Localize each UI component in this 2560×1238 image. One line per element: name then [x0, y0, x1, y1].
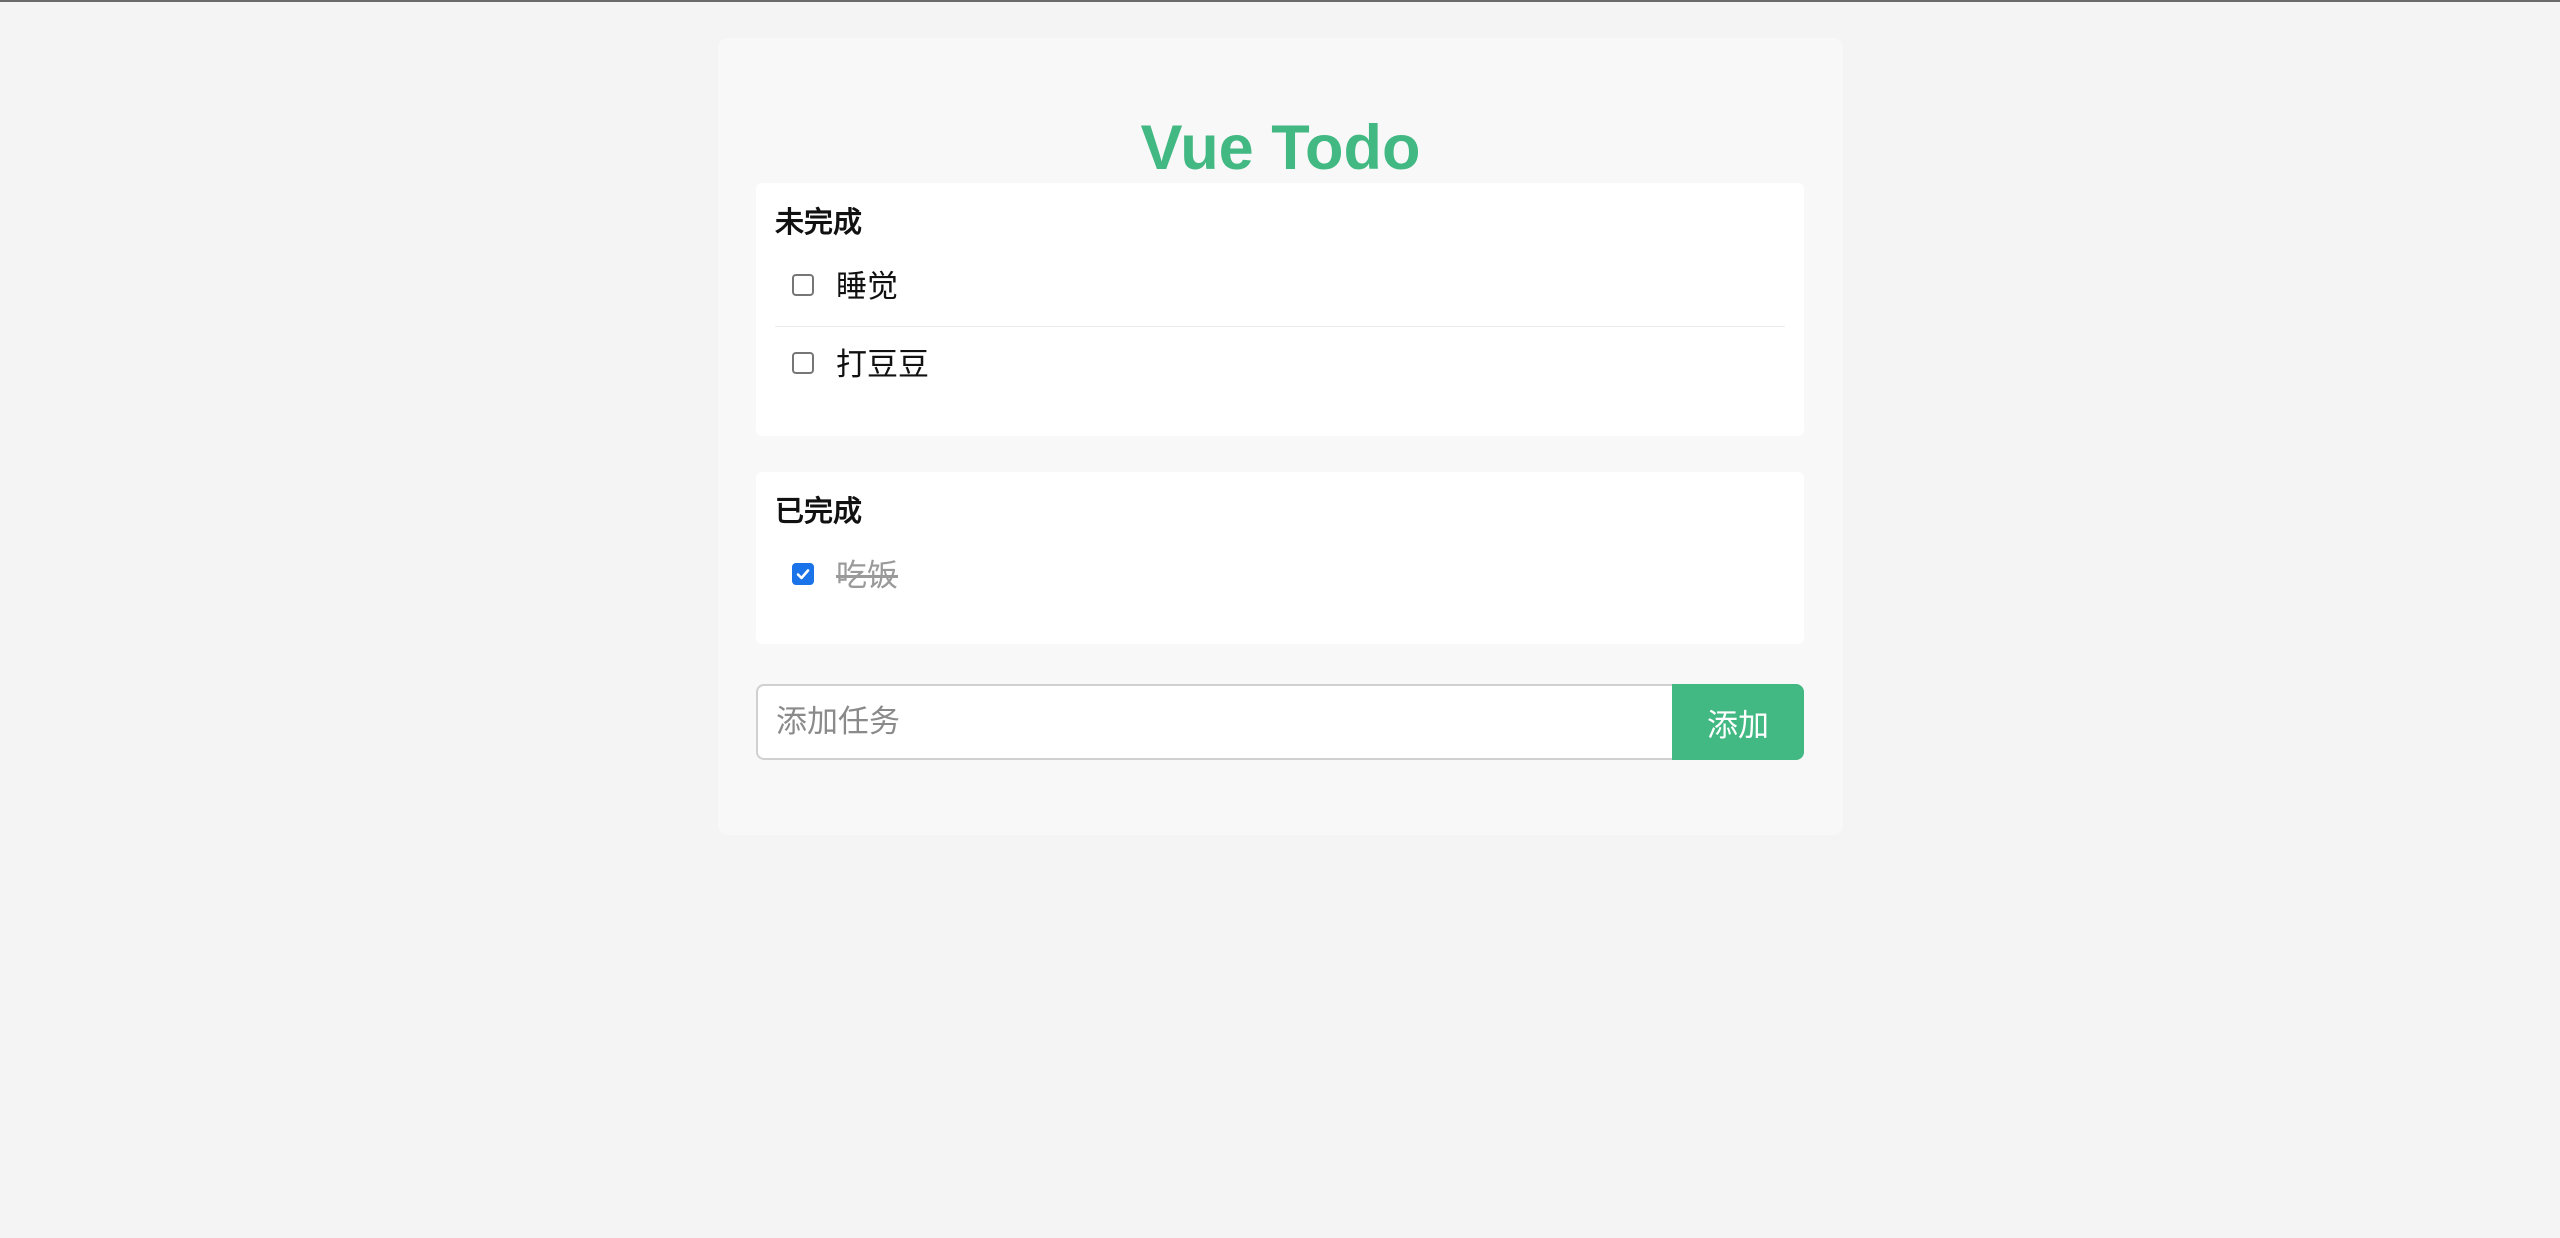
checkbox-checked-icon[interactable] [792, 563, 814, 585]
app-title: Vue Todo [1140, 113, 1421, 183]
pending-section: 未完成 睡觉 打豆豆 [756, 183, 1804, 436]
checkbox-empty-icon[interactable] [792, 352, 814, 374]
todo-app-card: Vue Todo 未完成 睡觉 打豆豆 已完成 吃饭 添加 [718, 38, 1843, 835]
todo-label: 打豆豆 [836, 347, 929, 383]
completed-heading: 已完成 [775, 494, 863, 528]
pending-heading: 未完成 [775, 205, 863, 239]
todo-item[interactable]: 睡觉 [775, 249, 1785, 327]
todo-label: 睡觉 [836, 269, 898, 305]
add-button[interactable]: 添加 [1672, 684, 1804, 760]
checkmark-icon [796, 569, 810, 580]
completed-section: 已完成 吃饭 [756, 472, 1804, 644]
checkbox-empty-icon[interactable] [792, 274, 814, 296]
add-task-form: 添加 [756, 684, 1804, 760]
task-input[interactable] [756, 684, 1674, 760]
todo-item[interactable]: 吃饭 [775, 538, 1785, 616]
todo-item[interactable]: 打豆豆 [775, 327, 1785, 405]
window-top-border [0, 0, 2560, 2]
todo-label-done: 吃饭 [836, 558, 898, 594]
